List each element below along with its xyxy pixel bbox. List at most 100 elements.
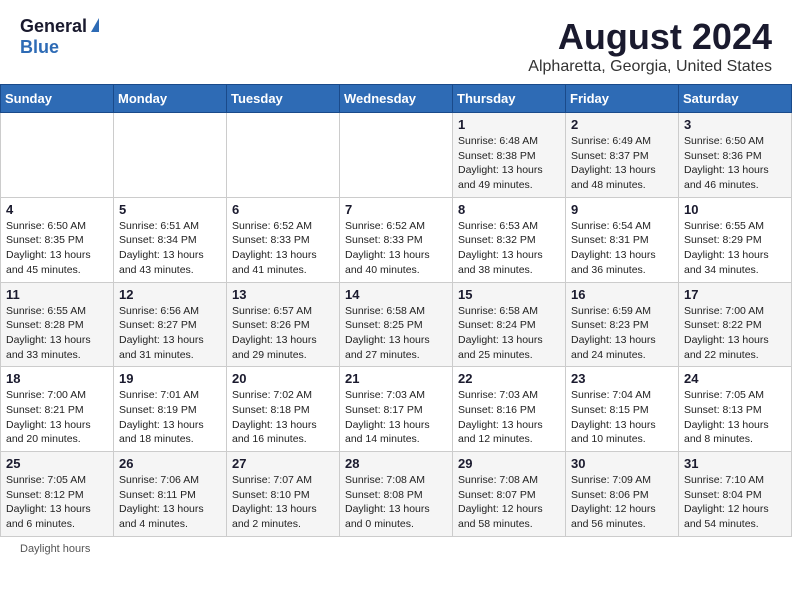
calendar-cell: 30 Sunrise: 7:09 AM Sunset: 8:06 PM Dayli… (566, 452, 679, 537)
day-number: 30 (571, 456, 673, 471)
day-number: 18 (6, 371, 108, 386)
logo: General Blue (20, 16, 99, 58)
day-info: Sunrise: 6:53 AM Sunset: 8:32 PM Dayligh… (458, 219, 560, 278)
calendar-cell: 10 Sunrise: 6:55 AM Sunset: 8:29 PM Dayli… (679, 197, 792, 282)
day-number: 2 (571, 117, 673, 132)
calendar-cell: 31Sunrise: 7:10 AM Sunset: 8:04 PM Dayli… (679, 452, 792, 537)
calendar-cell (114, 113, 227, 198)
title-area: August 2024 Alpharetta, Georgia, United … (528, 16, 772, 76)
footer: Daylight hours (0, 537, 792, 561)
day-number: 13 (232, 287, 334, 302)
day-info: Sunrise: 6:52 AM Sunset: 8:33 PM Dayligh… (232, 219, 334, 278)
calendar-cell: 11 Sunrise: 6:55 AM Sunset: 8:28 PM Dayli… (1, 282, 114, 367)
calendar-cell: 15 Sunrise: 6:58 AM Sunset: 8:24 PM Dayli… (453, 282, 566, 367)
calendar-cell: 7Sunrise: 6:52 AM Sunset: 8:33 PM Daylig… (340, 197, 453, 282)
calendar-cell: 2Sunrise: 6:49 AM Sunset: 8:37 PM Daylig… (566, 113, 679, 198)
day-number: 14 (345, 287, 447, 302)
day-number: 23 (571, 371, 673, 386)
page-subtitle: Alpharetta, Georgia, United States (528, 58, 772, 76)
day-of-week-header: Saturday (679, 85, 792, 113)
calendar-cell (340, 113, 453, 198)
day-of-week-header: Friday (566, 85, 679, 113)
day-number: 22 (458, 371, 560, 386)
day-number: 10 (684, 202, 786, 217)
header: General Blue August 2024 Alpharetta, Geo… (0, 0, 792, 84)
day-info: Sunrise: 6:50 AM Sunset: 8:36 PM Dayligh… (684, 134, 786, 193)
day-info: Sunrise: 7:08 AM Sunset: 8:07 PM Dayligh… (458, 473, 560, 532)
day-info: Sunrise: 7:06 AM Sunset: 8:11 PM Dayligh… (119, 473, 221, 532)
day-info: Sunrise: 7:03 AM Sunset: 8:17 PM Dayligh… (345, 388, 447, 447)
day-number: 25 (6, 456, 108, 471)
day-info: Sunrise: 7:00 AM Sunset: 8:21 PM Dayligh… (6, 388, 108, 447)
logo-blue: Blue (20, 37, 59, 58)
day-number: 3 (684, 117, 786, 132)
calendar-cell: 17 Sunrise: 7:00 AM Sunset: 8:22 PM Dayli… (679, 282, 792, 367)
day-info: Sunrise: 6:57 AM Sunset: 8:26 PM Dayligh… (232, 304, 334, 363)
calendar-cell: 22 Sunrise: 7:03 AM Sunset: 8:16 PM Dayli… (453, 367, 566, 452)
day-info: Sunrise: 6:55 AM Sunset: 8:28 PM Dayligh… (6, 304, 108, 363)
calendar-week-row: 4 Sunrise: 6:50 AM Sunset: 8:35 PM Daylig… (1, 197, 792, 282)
day-number: 11 (6, 287, 108, 302)
day-number: 15 (458, 287, 560, 302)
day-number: 16 (571, 287, 673, 302)
day-info: Sunrise: 6:52 AM Sunset: 8:33 PM Dayligh… (345, 219, 447, 278)
calendar-table: SundayMondayTuesdayWednesdayThursdayFrid… (0, 84, 792, 537)
day-info: Sunrise: 6:58 AM Sunset: 8:24 PM Dayligh… (458, 304, 560, 363)
calendar-cell: 6Sunrise: 6:52 AM Sunset: 8:33 PM Daylig… (227, 197, 340, 282)
calendar-cell: 19 Sunrise: 7:01 AM Sunset: 8:19 PM Dayli… (114, 367, 227, 452)
calendar-week-row: 25 Sunrise: 7:05 AM Sunset: 8:12 PM Dayli… (1, 452, 792, 537)
day-info: Sunrise: 6:59 AM Sunset: 8:23 PM Dayligh… (571, 304, 673, 363)
day-number: 29 (458, 456, 560, 471)
day-of-week-header: Sunday (1, 85, 114, 113)
day-number: 26 (119, 456, 221, 471)
day-info: Sunrise: 7:00 AM Sunset: 8:22 PM Dayligh… (684, 304, 786, 363)
day-number: 28 (345, 456, 447, 471)
day-info: Sunrise: 7:01 AM Sunset: 8:19 PM Dayligh… (119, 388, 221, 447)
day-info: Sunrise: 7:09 AM Sunset: 8:06 PM Dayligh… (571, 473, 673, 532)
calendar-week-row: 1Sunrise: 6:48 AM Sunset: 8:38 PM Daylig… (1, 113, 792, 198)
calendar-header-row: SundayMondayTuesdayWednesdayThursdayFrid… (1, 85, 792, 113)
day-number: 1 (458, 117, 560, 132)
day-info: Sunrise: 7:07 AM Sunset: 8:10 PM Dayligh… (232, 473, 334, 532)
day-info: Sunrise: 7:05 AM Sunset: 8:12 PM Dayligh… (6, 473, 108, 532)
day-number: 24 (684, 371, 786, 386)
day-of-week-header: Wednesday (340, 85, 453, 113)
day-number: 8 (458, 202, 560, 217)
day-info: Sunrise: 6:54 AM Sunset: 8:31 PM Dayligh… (571, 219, 673, 278)
day-info: Sunrise: 7:05 AM Sunset: 8:13 PM Dayligh… (684, 388, 786, 447)
day-number: 17 (684, 287, 786, 302)
day-info: Sunrise: 6:58 AM Sunset: 8:25 PM Dayligh… (345, 304, 447, 363)
calendar-cell: 24 Sunrise: 7:05 AM Sunset: 8:13 PM Dayli… (679, 367, 792, 452)
calendar-cell: 20Sunrise: 7:02 AM Sunset: 8:18 PM Dayli… (227, 367, 340, 452)
day-info: Sunrise: 6:55 AM Sunset: 8:29 PM Dayligh… (684, 219, 786, 278)
calendar-cell: 21 Sunrise: 7:03 AM Sunset: 8:17 PM Dayli… (340, 367, 453, 452)
day-of-week-header: Monday (114, 85, 227, 113)
page-title: August 2024 (528, 16, 772, 58)
day-number: 31 (684, 456, 786, 471)
day-number: 27 (232, 456, 334, 471)
daylight-label: Daylight hours (20, 543, 90, 555)
day-number: 9 (571, 202, 673, 217)
calendar-cell: 9 Sunrise: 6:54 AM Sunset: 8:31 PM Daylig… (566, 197, 679, 282)
day-number: 21 (345, 371, 447, 386)
logo-triangle-icon (91, 18, 99, 32)
calendar-cell: 13 Sunrise: 6:57 AM Sunset: 8:26 PM Dayli… (227, 282, 340, 367)
day-info: Sunrise: 7:04 AM Sunset: 8:15 PM Dayligh… (571, 388, 673, 447)
day-info: Sunrise: 6:50 AM Sunset: 8:35 PM Dayligh… (6, 219, 108, 278)
calendar-cell: 5Sunrise: 6:51 AM Sunset: 8:34 PM Daylig… (114, 197, 227, 282)
calendar-cell: 1Sunrise: 6:48 AM Sunset: 8:38 PM Daylig… (453, 113, 566, 198)
day-info: Sunrise: 7:03 AM Sunset: 8:16 PM Dayligh… (458, 388, 560, 447)
calendar-week-row: 11 Sunrise: 6:55 AM Sunset: 8:28 PM Dayli… (1, 282, 792, 367)
calendar-cell: 29 Sunrise: 7:08 AM Sunset: 8:07 PM Dayli… (453, 452, 566, 537)
calendar-cell: 23 Sunrise: 7:04 AM Sunset: 8:15 PM Dayli… (566, 367, 679, 452)
calendar-cell: 25 Sunrise: 7:05 AM Sunset: 8:12 PM Dayli… (1, 452, 114, 537)
calendar-cell (227, 113, 340, 198)
calendar-cell: 4 Sunrise: 6:50 AM Sunset: 8:35 PM Daylig… (1, 197, 114, 282)
day-number: 4 (6, 202, 108, 217)
calendar-cell: 16 Sunrise: 6:59 AM Sunset: 8:23 PM Dayli… (566, 282, 679, 367)
day-number: 19 (119, 371, 221, 386)
logo-general: General (20, 16, 87, 37)
calendar-cell: 8 Sunrise: 6:53 AM Sunset: 8:32 PM Daylig… (453, 197, 566, 282)
calendar-week-row: 18 Sunrise: 7:00 AM Sunset: 8:21 PM Dayli… (1, 367, 792, 452)
calendar-cell: 27 Sunrise: 7:07 AM Sunset: 8:10 PM Dayli… (227, 452, 340, 537)
